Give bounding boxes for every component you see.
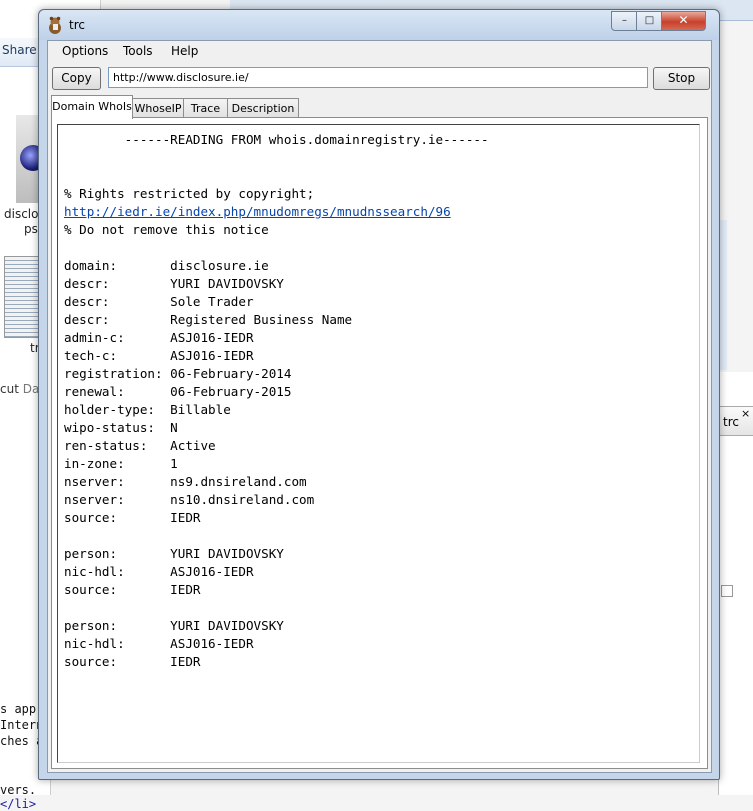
app-bear-icon <box>49 16 61 34</box>
whois-record-line: source: IEDR <box>64 654 201 669</box>
whois-output-textarea[interactable]: ------READING FROM whois.domainregistry.… <box>57 124 700 763</box>
minimize-button[interactable]: – <box>611 11 638 31</box>
iedr-link[interactable]: http://iedr.ie/index.php/mnudomregs/mnud… <box>64 204 451 219</box>
stop-button[interactable]: Stop <box>653 67 710 90</box>
maximize-button[interactable]: □ <box>636 11 663 31</box>
menu-help[interactable]: Help <box>171 44 198 58</box>
output-header: ------READING FROM whois.domainregistry.… <box>64 132 489 147</box>
whois-record-line: tech-c: ASJ016-IEDR <box>64 348 254 363</box>
whois-record-line: person: YURI DAVIDOVSKY <box>64 618 284 633</box>
whois-record-line: holder-type: Billable <box>64 402 231 417</box>
tab-trace[interactable]: Trace <box>183 98 228 118</box>
whois-record-line: descr: YURI DAVIDOVSKY <box>64 276 284 291</box>
tab-panel: ------READING FROM whois.domainregistry.… <box>51 117 708 769</box>
background-file-label-ext: ps <box>24 222 38 236</box>
whois-record-line: in-zone: 1 <box>64 456 178 471</box>
whois-record-line: domain: disclosure.ie <box>64 258 269 273</box>
whois-record-line: wipo-status: N <box>64 420 178 435</box>
menu-options[interactable]: Options <box>62 44 108 58</box>
background-status-cut: cut <box>0 382 19 396</box>
whois-record-line: person: YURI DAVIDOVSKY <box>64 546 284 561</box>
whois-record-block: domain: disclosure.ie descr: YURI DAVIDO… <box>64 258 352 669</box>
close-button[interactable]: ✕ <box>661 11 706 31</box>
tab-domain-whois[interactable]: Domain WhoIs <box>51 95 133 119</box>
window-title: trc <box>69 18 85 32</box>
menu-tools[interactable]: Tools <box>123 44 153 58</box>
output-copyright: % Rights restricted by copyright; <box>64 186 315 201</box>
trc-window: trc – □ ✕ Options Tools Help Copy http:/… <box>38 9 720 780</box>
background-checkbox[interactable] <box>721 585 733 597</box>
tab-description[interactable]: Description <box>227 98 299 118</box>
background-code-line: Intern <box>0 718 44 732</box>
whois-record-line: nserver: ns10.dnsireland.com <box>64 492 315 507</box>
copy-button[interactable]: Copy <box>52 67 101 90</box>
background-code-line: vers.</li> <box>0 783 50 811</box>
whois-record-line: nserver: ns9.dnsireland.com <box>64 474 307 489</box>
close-icon[interactable]: × <box>741 407 750 420</box>
background-tab-label: trc <box>723 415 739 429</box>
tab-whoseip[interactable]: WhoseIP <box>132 98 184 118</box>
whois-record-line: renewal: 06-February-2015 <box>64 384 292 399</box>
whois-record-line: admin-c: ASJ016-IEDR <box>64 330 254 345</box>
whois-output: ------READING FROM whois.domainregistry.… <box>64 131 489 671</box>
background-code-tag: </li> <box>0 797 37 811</box>
output-notice: % Do not remove this notice <box>64 222 269 237</box>
title-bar[interactable]: trc – □ ✕ <box>39 10 719 40</box>
whois-record-line: nic-hdl: ASJ016-IEDR <box>64 636 254 651</box>
whois-record-line: source: IEDR <box>64 510 201 525</box>
menu-bar: Options Tools Help <box>48 41 711 63</box>
url-input[interactable]: http://www.disclosure.ie/ <box>108 67 648 88</box>
whois-record-line: descr: Registered Business Name <box>64 312 353 327</box>
background-share-button[interactable]: Share <box>2 43 37 57</box>
client-area: Options Tools Help Copy http://www.discl… <box>47 40 712 773</box>
whois-record-line: source: IEDR <box>64 582 201 597</box>
background-file-thumbnail-2[interactable] <box>4 256 42 338</box>
whois-record-line: nic-hdl: ASJ016-IEDR <box>64 564 254 579</box>
whois-record-line: descr: Sole Trader <box>64 294 254 309</box>
whois-record-line: ren-status: Active <box>64 438 216 453</box>
background-code-line: s app <box>0 702 37 716</box>
whois-record-line: registration: 06-February-2014 <box>64 366 292 381</box>
background-tab-trc[interactable]: trc × <box>716 406 753 436</box>
background-code-line: ches a <box>0 734 44 748</box>
